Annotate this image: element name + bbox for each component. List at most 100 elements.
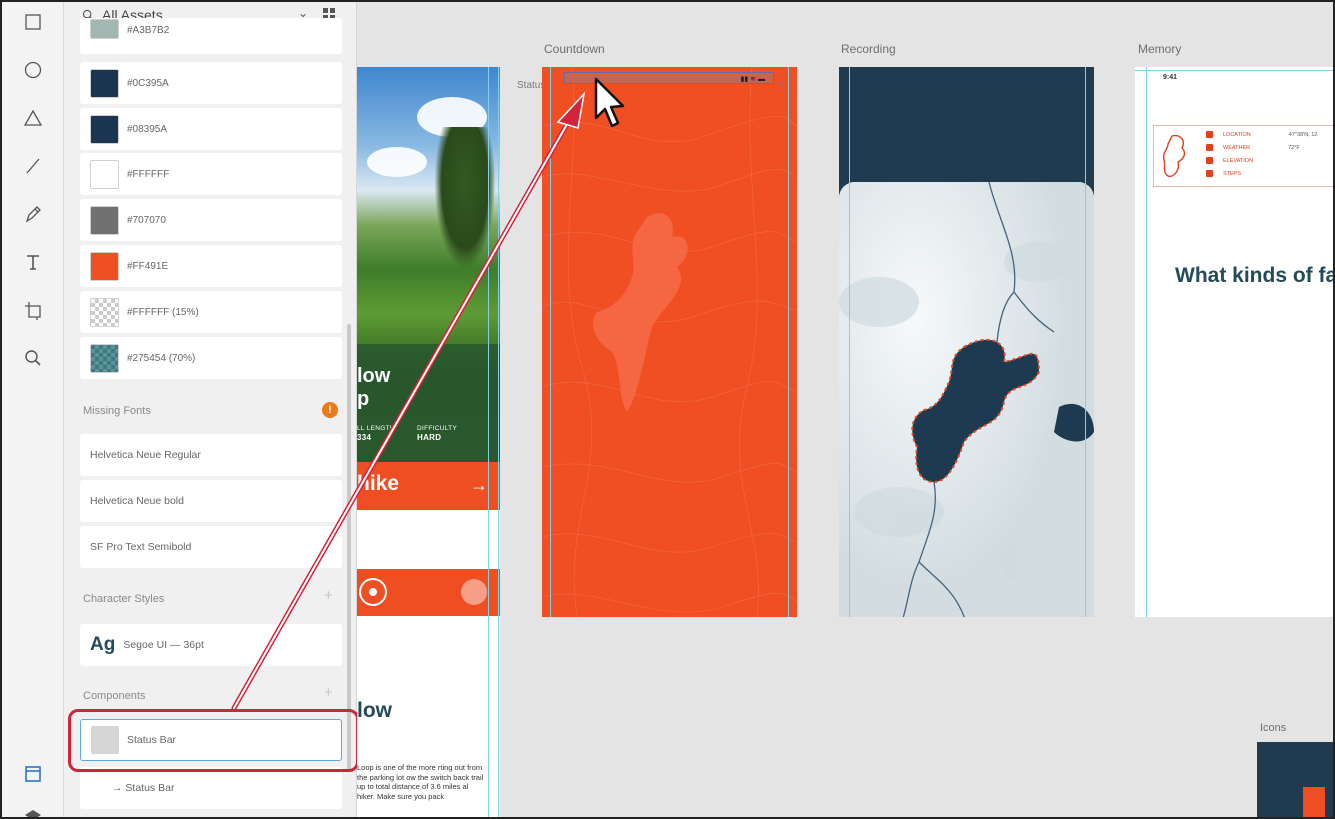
polygon-tool-icon[interactable] xyxy=(18,103,48,133)
layout-guide xyxy=(1135,70,1333,71)
assets-panel-icon[interactable] xyxy=(18,759,48,789)
info-row: ELEVATION xyxy=(1206,157,1291,164)
color-chip xyxy=(90,114,119,144)
topographic-pattern xyxy=(542,67,797,617)
color-chip xyxy=(90,343,119,373)
artboard-title-memory[interactable]: Memory xyxy=(1138,42,1181,56)
color-hex: #275454 (70%) xyxy=(127,352,196,364)
rectangle-tool-icon[interactable] xyxy=(18,7,48,37)
color-chip xyxy=(90,205,119,235)
character-style-sample: Ag xyxy=(90,634,116,655)
color-swatch[interactable]: #FFFFFF xyxy=(80,153,342,195)
section-title: low xyxy=(357,699,392,722)
color-chip xyxy=(90,297,119,327)
arrow-right-icon: → xyxy=(470,475,488,495)
stat-value: HARD xyxy=(417,433,442,442)
color-swatch[interactable]: #275454 (70%) xyxy=(80,337,342,379)
artboard-tool-icon[interactable] xyxy=(18,295,48,325)
artboard-countdown[interactable]: ▮▮ ≋ ▬ xyxy=(542,67,797,617)
trail-shape-icon xyxy=(1162,134,1186,177)
cloud-shape xyxy=(367,147,427,177)
hero-title: low xyxy=(357,365,391,387)
character-style-desc: Segoe UI — 36pt xyxy=(123,639,204,651)
layout-guide xyxy=(550,67,551,617)
status-time: 9:41 xyxy=(1163,74,1178,81)
layout-guide xyxy=(498,67,499,817)
layout-guide xyxy=(1085,67,1086,617)
trail-description: Loop is one of the more rting out from t… xyxy=(357,763,484,801)
status-bar-placeholder[interactable]: ▮▮ ≋ ▬ xyxy=(564,72,774,84)
artboard-recording[interactable] xyxy=(839,67,1094,617)
artboard-title-icons[interactable]: Icons xyxy=(1260,722,1286,734)
tree-shape xyxy=(435,127,495,267)
zoom-tool-icon[interactable] xyxy=(18,343,48,373)
ellipse-tool-icon[interactable] xyxy=(18,55,48,85)
color-hex: #08395A xyxy=(127,123,168,135)
user-icon[interactable] xyxy=(461,579,487,605)
color-swatch[interactable]: #FF491E xyxy=(80,245,342,287)
artboard-trail[interactable]: low p LL LENGTH 334 DIFFICULTY HARD hike… xyxy=(357,67,500,817)
components-title: Components xyxy=(83,690,146,702)
layout-guide xyxy=(1146,67,1147,617)
color-chip xyxy=(90,19,119,39)
stat-label: DIFFICULTY xyxy=(417,425,458,432)
info-row: STEPS xyxy=(1206,170,1279,177)
text-tool-icon[interactable] xyxy=(18,247,48,277)
character-style-item[interactable]: Ag Segoe UI — 36pt xyxy=(80,624,342,666)
map-card xyxy=(839,182,1094,617)
hike-info-card: LOCATION 47°38'N, 12 WEATHER 72°F ELEVATIO… xyxy=(1153,125,1333,187)
layers-panel-icon[interactable] xyxy=(18,802,48,817)
design-canvas[interactable]: low p LL LENGTH 334 DIFFICULTY HARD hike… xyxy=(357,2,1333,817)
panel-scrollbar[interactable] xyxy=(347,324,351,772)
character-styles-title: Character Styles xyxy=(83,593,165,605)
tools-toolbar xyxy=(2,2,64,817)
color-chip xyxy=(90,251,119,281)
missing-fonts-title: Missing Fonts xyxy=(83,405,151,417)
component-label: → Status Bar xyxy=(112,782,175,794)
color-hex: #FFFFFF (15%) xyxy=(127,306,199,318)
start-hike-label: hike xyxy=(357,472,400,495)
bookmark-icon xyxy=(1303,787,1325,817)
hero-title-2: p xyxy=(357,388,370,410)
memory-question: What kinds of fauna do you se xyxy=(1175,264,1333,287)
color-swatch[interactable]: #0C395A xyxy=(80,62,342,104)
bottom-nav xyxy=(357,569,500,616)
hero-overlay xyxy=(357,344,500,462)
color-hex: #0C395A xyxy=(127,77,169,89)
color-swatch[interactable]: #707070 xyxy=(80,199,342,241)
layout-guide xyxy=(488,67,489,817)
component-status-bar-instance[interactable]: → Status Bar xyxy=(80,767,342,809)
warning-icon[interactable]: ! xyxy=(322,402,338,418)
highlight-callout xyxy=(68,709,359,772)
info-row: LOCATION 47°38'N, 12 xyxy=(1206,131,1317,138)
pen-tool-icon[interactable] xyxy=(18,199,48,229)
missing-font-item[interactable]: SF Pro Text Semibold xyxy=(80,526,342,568)
add-character-style-button[interactable]: + xyxy=(324,587,333,604)
info-row: WEATHER 72°F xyxy=(1206,144,1300,151)
color-swatch[interactable]: #08395A xyxy=(80,108,342,150)
color-swatch[interactable]: #FFFFFF (15%) xyxy=(80,291,342,333)
artboard-icons[interactable] xyxy=(1257,742,1333,817)
stat-label: LL LENGTH xyxy=(357,425,395,432)
missing-font-item[interactable]: Helvetica Neue bold xyxy=(80,480,342,522)
missing-font-item[interactable]: Helvetica Neue Regular xyxy=(80,434,342,476)
layout-guide xyxy=(849,67,850,617)
layout-guide xyxy=(788,67,789,617)
artboard-title-countdown[interactable]: Countdown xyxy=(544,42,605,56)
color-hex: #FF491E xyxy=(127,260,169,272)
color-chip xyxy=(90,159,119,189)
signal-icons: ▮▮ ≋ ▬ xyxy=(740,76,765,83)
color-chip xyxy=(90,68,119,98)
color-hex: #707070 xyxy=(127,214,166,226)
record-icon[interactable] xyxy=(359,578,387,606)
add-component-button[interactable]: + xyxy=(324,684,333,701)
artboard-memory[interactable]: 9:41 LOCATION 47°38'N, 12 WEATHER 72°F ELE… xyxy=(1135,67,1333,617)
lake-map xyxy=(839,182,1094,617)
color-hex: #FFFFFF xyxy=(127,168,170,180)
app-window: All Assets ⌄ #A3B7B2 #0C395A #08395A #FF… xyxy=(0,0,1335,819)
color-hex: #A3B7B2 xyxy=(127,24,170,36)
color-swatch[interactable]: #A3B7B2 xyxy=(80,18,342,54)
assets-panel: All Assets ⌄ #A3B7B2 #0C395A #08395A #FF… xyxy=(64,2,357,817)
line-tool-icon[interactable] xyxy=(18,151,48,181)
artboard-title-recording[interactable]: Recording xyxy=(841,42,896,56)
